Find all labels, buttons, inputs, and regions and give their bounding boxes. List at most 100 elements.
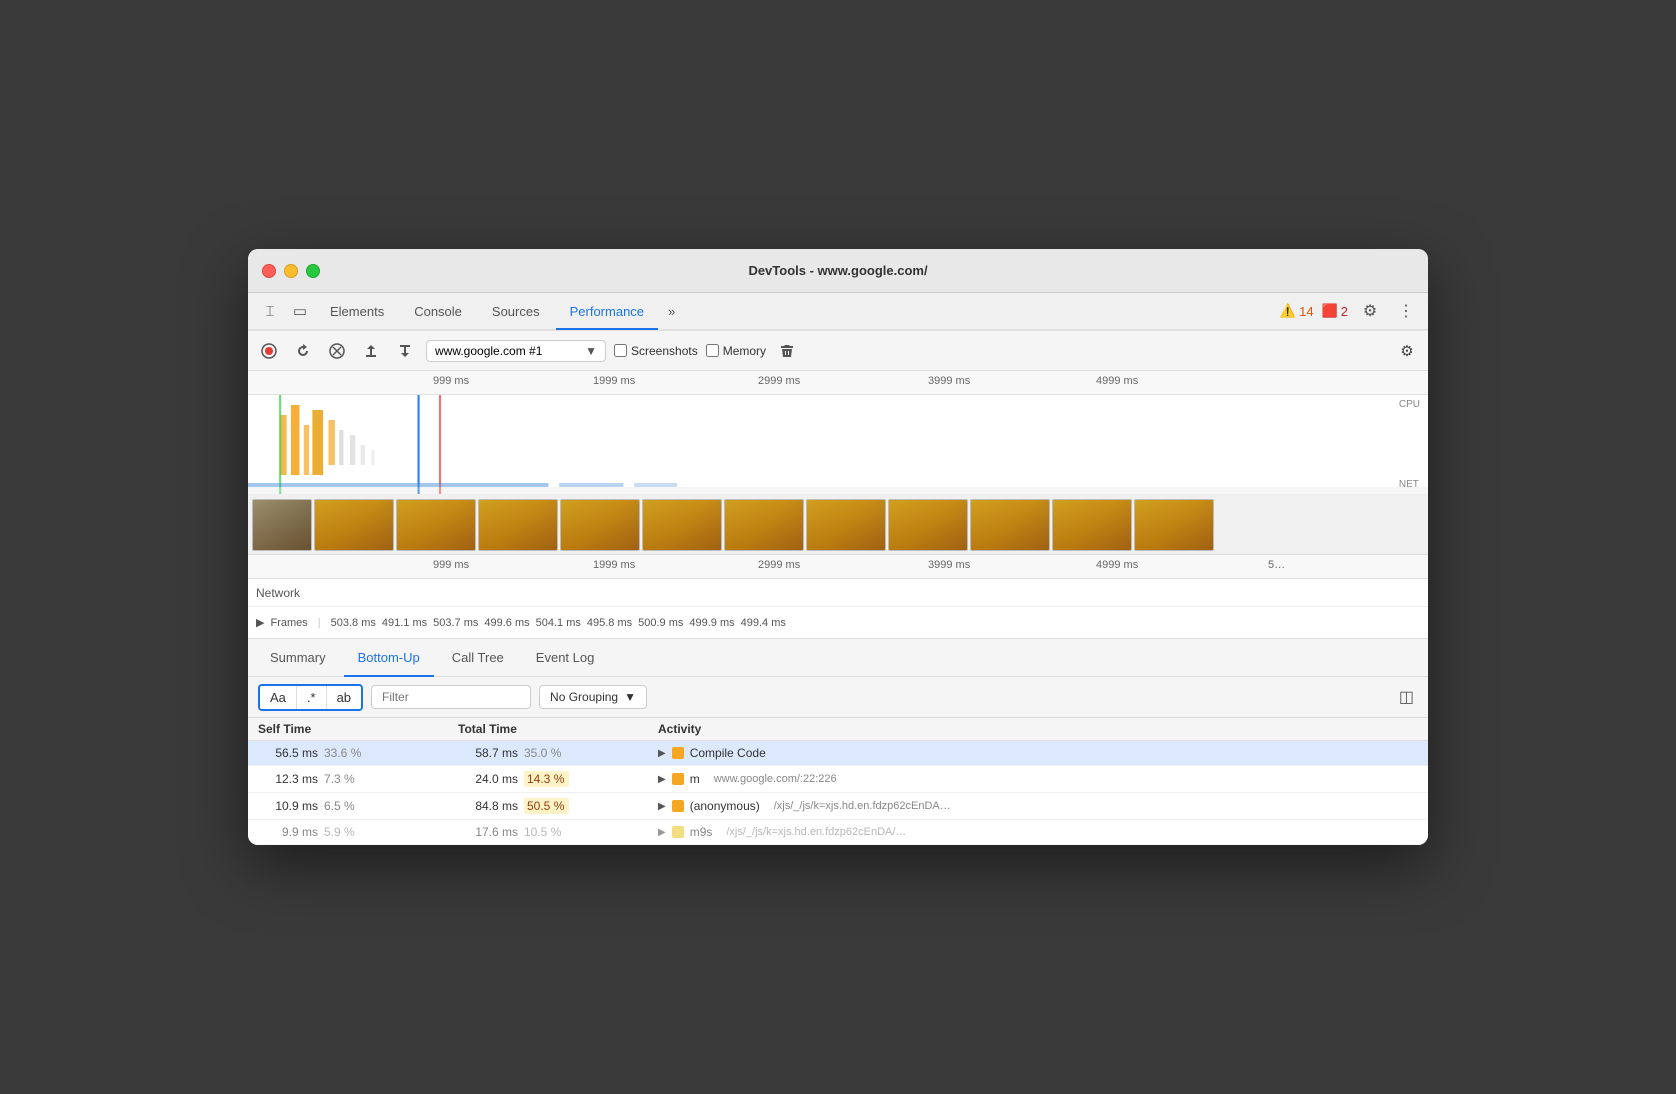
clear-button[interactable] [324, 338, 350, 364]
screenshot-thumb[interactable] [642, 499, 722, 551]
network-label: Network [256, 586, 300, 600]
maximize-button[interactable] [306, 264, 320, 278]
tab-console[interactable]: Console [400, 292, 476, 330]
frame-time-2: 503.7 ms [433, 617, 478, 629]
network-row: Network [248, 579, 1428, 607]
grouping-dropdown[interactable]: No Grouping ▼ [539, 685, 647, 709]
frame-time-0: 503.8 ms [331, 617, 376, 629]
device-icon[interactable]: ▭ [286, 297, 314, 325]
screenshots-checkbox[interactable]: Screenshots [614, 344, 698, 358]
self-pct-3: 5.9 % [324, 825, 369, 839]
table-row[interactable]: 9.9 ms 5.9 % 17.6 ms 10.5 % ▶ m9s /xjs/_… [248, 820, 1428, 845]
self-pct-1: 7.3 % [324, 772, 369, 786]
close-button[interactable] [262, 264, 276, 278]
screenshot-thumb[interactable] [252, 499, 312, 551]
dropdown-icon: ▼ [585, 344, 597, 358]
tab-sources[interactable]: Sources [478, 292, 554, 330]
self-pct-0: 33.6 % [324, 746, 369, 760]
tab-elements[interactable]: Elements [316, 292, 398, 330]
profile-selector[interactable]: www.google.com #1 ▼ [426, 340, 606, 362]
more-options-icon[interactable]: ⋮ [1392, 297, 1420, 325]
frames-label: Frames [270, 617, 307, 629]
expand-icon[interactable]: ▶ [658, 748, 666, 759]
tab-summary[interactable]: Summary [256, 639, 340, 677]
timeline-ruler-top: 999 ms 1999 ms 2999 ms 3999 ms 4999 ms [248, 371, 1428, 395]
frame-time-1: 491.1 ms [382, 617, 427, 629]
total-ms-0: 58.7 ms [458, 746, 518, 760]
bottom-ruler-mark-1999: 1999 ms [593, 559, 635, 571]
filter-input[interactable] [371, 685, 531, 709]
table-header: Self Time Total Time Activity [248, 718, 1428, 741]
table-row[interactable]: 12.3 ms 7.3 % 24.0 ms 14.3 % ▶ m www.goo… [248, 766, 1428, 793]
expand-icon[interactable]: ▶ [658, 774, 666, 785]
frame-time-8: 499.4 ms [741, 617, 786, 629]
timeline-container: 999 ms 1999 ms 2999 ms 3999 ms 4999 ms [248, 371, 1428, 639]
self-time-cell: 56.5 ms 33.6 % [258, 746, 458, 760]
screenshot-thumb[interactable] [1052, 499, 1132, 551]
table-row[interactable]: 10.9 ms 6.5 % 84.8 ms 50.5 % ▶ (anonymou… [248, 793, 1428, 820]
screenshot-thumb[interactable] [806, 499, 886, 551]
filter-options-group: Aa .* ab [258, 684, 363, 711]
upload-button[interactable] [358, 338, 384, 364]
screenshot-thumb[interactable] [560, 499, 640, 551]
table-row[interactable]: 56.5 ms 33.6 % 58.7 ms 35.0 % ▶ Compile … [248, 741, 1428, 766]
download-button[interactable] [392, 338, 418, 364]
frames-row: ▶ Frames | 503.8 ms 491.1 ms 503.7 ms 49… [248, 607, 1428, 639]
self-ms-0: 56.5 ms [258, 746, 318, 760]
tab-bar: ⌶ ▭ Elements Console Sources Performance… [248, 293, 1428, 331]
frame-time-4: 504.1 ms [536, 617, 581, 629]
activity-name-0: Compile Code [690, 746, 766, 760]
reload-record-button[interactable] [290, 338, 316, 364]
cursor-icon[interactable]: ⌶ [256, 297, 284, 325]
collapse-panel-button[interactable]: ◫ [1395, 683, 1418, 711]
titlebar: DevTools - www.google.com/ [248, 249, 1428, 293]
frame-time-7: 499.9 ms [689, 617, 734, 629]
tab-right-controls: ⚠️ 14 🟥 2 ⚙ ⋮ [1280, 297, 1420, 325]
more-tabs-button[interactable]: » [660, 304, 683, 319]
screenshot-thumb[interactable] [970, 499, 1050, 551]
self-ms-3: 9.9 ms [258, 825, 318, 839]
error-badge[interactable]: 🟥 2 [1322, 303, 1348, 319]
frames-expand-button[interactable]: ▶ [256, 616, 264, 629]
warning-icon: ⚠️ [1280, 303, 1296, 319]
case-sensitive-button[interactable]: Aa [260, 686, 297, 709]
total-ms-1: 24.0 ms [458, 772, 518, 786]
screenshot-thumb[interactable] [478, 499, 558, 551]
warning-badge[interactable]: ⚠️ 14 [1280, 303, 1314, 319]
frame-time-5: 495.8 ms [587, 617, 632, 629]
activity-url-3: /xjs/_/js/k=xjs.hd.en.fdzp62cEnDA/… [726, 826, 906, 838]
total-time-cell: 17.6 ms 10.5 % [458, 825, 658, 839]
memory-checkbox[interactable]: Memory [706, 344, 766, 358]
minimize-button[interactable] [284, 264, 298, 278]
screenshot-thumb[interactable] [888, 499, 968, 551]
tab-call-tree[interactable]: Call Tree [438, 639, 518, 677]
tab-performance[interactable]: Performance [556, 292, 658, 330]
record-button[interactable] [256, 338, 282, 364]
screenshot-thumb[interactable] [1134, 499, 1214, 551]
total-pct-3: 10.5 % [524, 825, 569, 839]
timeline-ruler-bottom: 999 ms 1999 ms 2999 ms 3999 ms 4999 ms 5… [248, 555, 1428, 579]
error-icon: 🟥 [1322, 303, 1338, 319]
bottom-ruler-mark-999: 999 ms [433, 559, 469, 571]
capture-settings-button[interactable]: ⚙ [1394, 338, 1420, 364]
bottom-ruler-mark-4999: 4999 ms [1096, 559, 1138, 571]
tab-bottom-up[interactable]: Bottom-Up [344, 639, 434, 677]
screenshot-thumb[interactable] [724, 499, 804, 551]
screenshot-thumb[interactable] [314, 499, 394, 551]
table-body: 56.5 ms 33.6 % 58.7 ms 35.0 % ▶ Compile … [248, 741, 1428, 845]
match-whole-button[interactable]: ab [327, 686, 361, 709]
delete-profile-button[interactable] [774, 338, 800, 364]
tab-event-log[interactable]: Event Log [522, 639, 609, 677]
devtools-window: DevTools - www.google.com/ ⌶ ▭ Elements … [248, 249, 1428, 845]
activity-cell: ▶ Compile Code [658, 746, 1418, 760]
screenshot-thumb[interactable] [396, 499, 476, 551]
header-self-time[interactable]: Self Time [258, 722, 458, 736]
activity-color [672, 773, 684, 785]
expand-icon[interactable]: ▶ [658, 801, 666, 812]
self-time-cell: 12.3 ms 7.3 % [258, 772, 458, 786]
header-total-time[interactable]: Total Time [458, 722, 658, 736]
regex-button[interactable]: .* [297, 686, 327, 709]
window-title: DevTools - www.google.com/ [748, 263, 927, 278]
expand-icon[interactable]: ▶ [658, 827, 666, 838]
settings-icon[interactable]: ⚙ [1356, 297, 1384, 325]
